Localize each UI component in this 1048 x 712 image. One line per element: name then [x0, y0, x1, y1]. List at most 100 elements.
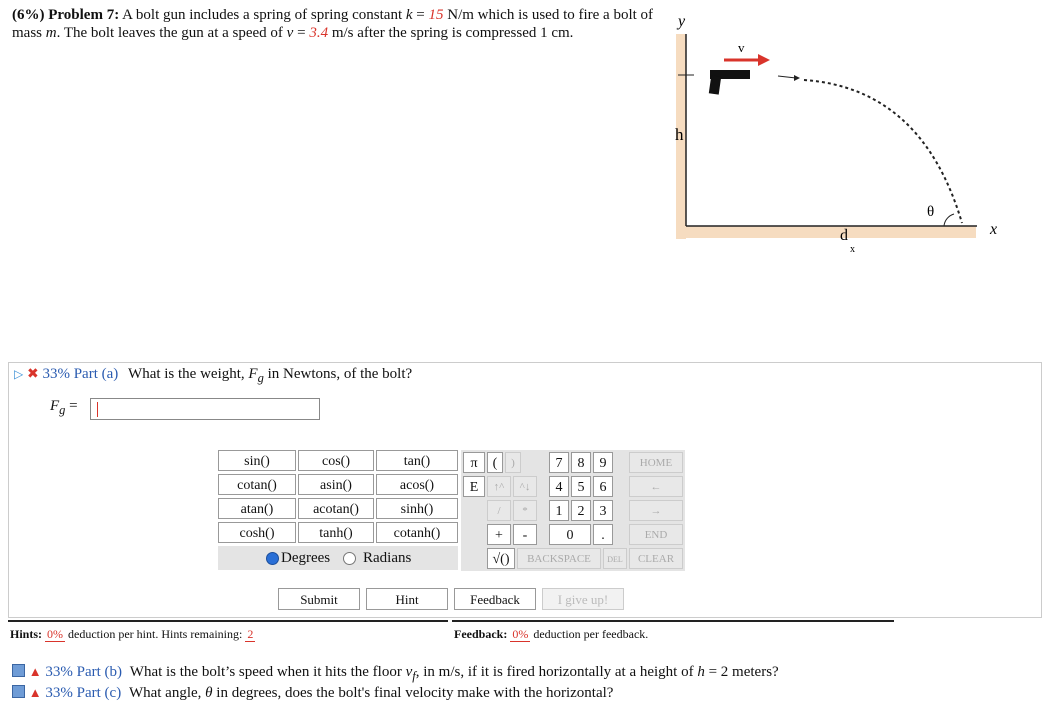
- key-5[interactable]: 5: [571, 476, 591, 497]
- key-right[interactable]: →: [629, 500, 683, 521]
- key-3[interactable]: 3: [593, 500, 613, 521]
- d-label: d: [840, 227, 848, 244]
- part-b-label: Part (b): [76, 664, 123, 680]
- part-a-label: Part (a): [73, 366, 119, 382]
- key-cotan[interactable]: cotan(): [218, 474, 296, 495]
- key-cos[interactable]: cos(): [298, 450, 374, 471]
- key-asin[interactable]: asin(): [298, 474, 374, 495]
- part-b-question-tail: , in m/s, if it is fired horizontally at…: [415, 664, 694, 680]
- key-sin[interactable]: sin(): [218, 450, 296, 471]
- key-cosh[interactable]: cosh(): [218, 522, 296, 543]
- numeric-keypad: π ( ) 7 8 9 HOME E ↑^ ^↓ 4 5 6 ← / * 1 2…: [461, 450, 685, 571]
- trajectory-path: [803, 79, 963, 224]
- key-0[interactable]: 0: [549, 524, 591, 545]
- trajectory-diagram: y x h v θ d x: [675, 13, 997, 255]
- answer-label: Fg =: [50, 398, 78, 418]
- part-c-symbol: θ: [205, 685, 213, 701]
- problem-statement: (6%) Problem 7: A bolt gun includes a sp…: [12, 6, 662, 42]
- problem-text-d: m/s after the spring is compressed 1 cm.: [328, 25, 574, 41]
- part-a-percent: 33%: [42, 366, 70, 382]
- key-divide[interactable]: /: [487, 500, 511, 521]
- key-del[interactable]: DEL: [603, 548, 627, 569]
- key-8[interactable]: 8: [571, 452, 591, 473]
- key-atan[interactable]: atan(): [218, 498, 296, 519]
- radians-label: Radians: [363, 550, 412, 566]
- key-tanh[interactable]: tanh(): [298, 522, 374, 543]
- key-9[interactable]: 9: [593, 452, 613, 473]
- expand-icon[interactable]: ▷: [14, 367, 23, 381]
- key-up[interactable]: ↑^: [487, 476, 511, 497]
- h-label: h: [675, 125, 684, 144]
- part-b-question: What is the bolt’s speed when it hits th…: [129, 664, 402, 680]
- answer-input[interactable]: [90, 398, 320, 420]
- y-axis-label: y: [676, 13, 686, 30]
- key-left[interactable]: ←: [629, 476, 683, 497]
- part-b-h-symbol: h: [697, 664, 705, 680]
- key-plus[interactable]: +: [487, 524, 511, 545]
- hints-percent: 0%: [45, 627, 66, 642]
- key-cotanh[interactable]: cotanh(): [376, 522, 458, 543]
- part-a-symbol-sub: g: [257, 371, 264, 385]
- feedback-bar: Feedback: 0% deduction per feedback.: [452, 620, 894, 650]
- key-pi[interactable]: π: [463, 452, 485, 473]
- key-sinh[interactable]: sinh(): [376, 498, 458, 519]
- key-lparen[interactable]: (: [487, 452, 503, 473]
- gun-icon: [708, 70, 750, 95]
- feedback-button[interactable]: Feedback: [454, 588, 536, 610]
- key-1[interactable]: 1: [549, 500, 569, 521]
- submit-button[interactable]: Submit: [278, 588, 360, 610]
- key-rparen[interactable]: ): [505, 452, 521, 473]
- problem-figure: y x h v θ d x: [672, 8, 1012, 270]
- degrees-label: Degrees: [281, 550, 331, 566]
- hint-button[interactable]: Hint: [366, 588, 448, 610]
- key-down[interactable]: ^↓: [513, 476, 537, 497]
- hints-bar: Hints: 0% deduction per hint. Hints rema…: [8, 620, 448, 650]
- feedback-percent: 0%: [510, 627, 531, 642]
- key-7[interactable]: 7: [549, 452, 569, 473]
- part-b-h-tail: = 2 meters?: [704, 664, 779, 680]
- radians-radio[interactable]: [343, 552, 356, 565]
- part-b-row[interactable]: ▲ 33% Part (b) What is the bolt’s speed …: [12, 664, 779, 684]
- part-c-percent: 33%: [45, 685, 73, 701]
- angle-arc: [943, 213, 955, 227]
- v-label: v: [738, 40, 745, 55]
- key-minus[interactable]: -: [513, 524, 537, 545]
- answer-eq: =: [65, 398, 78, 414]
- key-decimal[interactable]: .: [593, 524, 613, 545]
- expand-part-c-icon[interactable]: [12, 685, 25, 698]
- key-6[interactable]: 6: [593, 476, 613, 497]
- key-e[interactable]: E: [463, 476, 485, 497]
- key-acos[interactable]: acos(): [376, 474, 458, 495]
- theta-label: θ: [927, 204, 934, 220]
- degrees-radio[interactable]: [266, 552, 279, 565]
- hints-label: Hints:: [10, 627, 43, 641]
- key-tan[interactable]: tan(): [376, 450, 458, 471]
- key-backspace[interactable]: BACKSPACE: [517, 548, 601, 569]
- answer-label-main: F: [50, 398, 60, 414]
- part-b-percent: 33%: [45, 664, 73, 680]
- problem-text: A bolt gun includes a spring of spring c…: [122, 7, 403, 23]
- key-multiply[interactable]: *: [513, 500, 537, 521]
- key-sqrt[interactable]: √(): [487, 548, 515, 569]
- part-a-question-tail: in Newtons, of the bolt?: [267, 366, 413, 382]
- angle-mode-row: Degrees Radians: [218, 546, 458, 570]
- key-4[interactable]: 4: [549, 476, 569, 497]
- part-c-question-tail: in degrees, does the bolt's final veloci…: [216, 685, 614, 701]
- give-up-button[interactable]: I give up!: [542, 588, 624, 610]
- part-c-question: What angle,: [128, 685, 202, 701]
- feedback-label: Feedback:: [454, 627, 508, 641]
- key-acotan[interactable]: acotan(): [298, 498, 374, 519]
- key-end[interactable]: END: [629, 524, 683, 545]
- expand-part-b-icon[interactable]: [12, 664, 25, 677]
- warning-icon: ▲: [28, 685, 42, 700]
- key-clear[interactable]: CLEAR: [629, 548, 683, 569]
- part-c-row[interactable]: ▲ 33% Part (c) What angle, θ in degrees,…: [12, 685, 613, 702]
- x-axis-label: x: [989, 221, 997, 238]
- key-home[interactable]: HOME: [629, 452, 683, 473]
- hints-remaining: 2: [245, 627, 256, 642]
- d-sub-label: x: [850, 244, 855, 255]
- floor: [676, 226, 976, 238]
- v-value: 3.4: [309, 25, 329, 41]
- k-eq: =: [412, 7, 429, 23]
- key-2[interactable]: 2: [571, 500, 591, 521]
